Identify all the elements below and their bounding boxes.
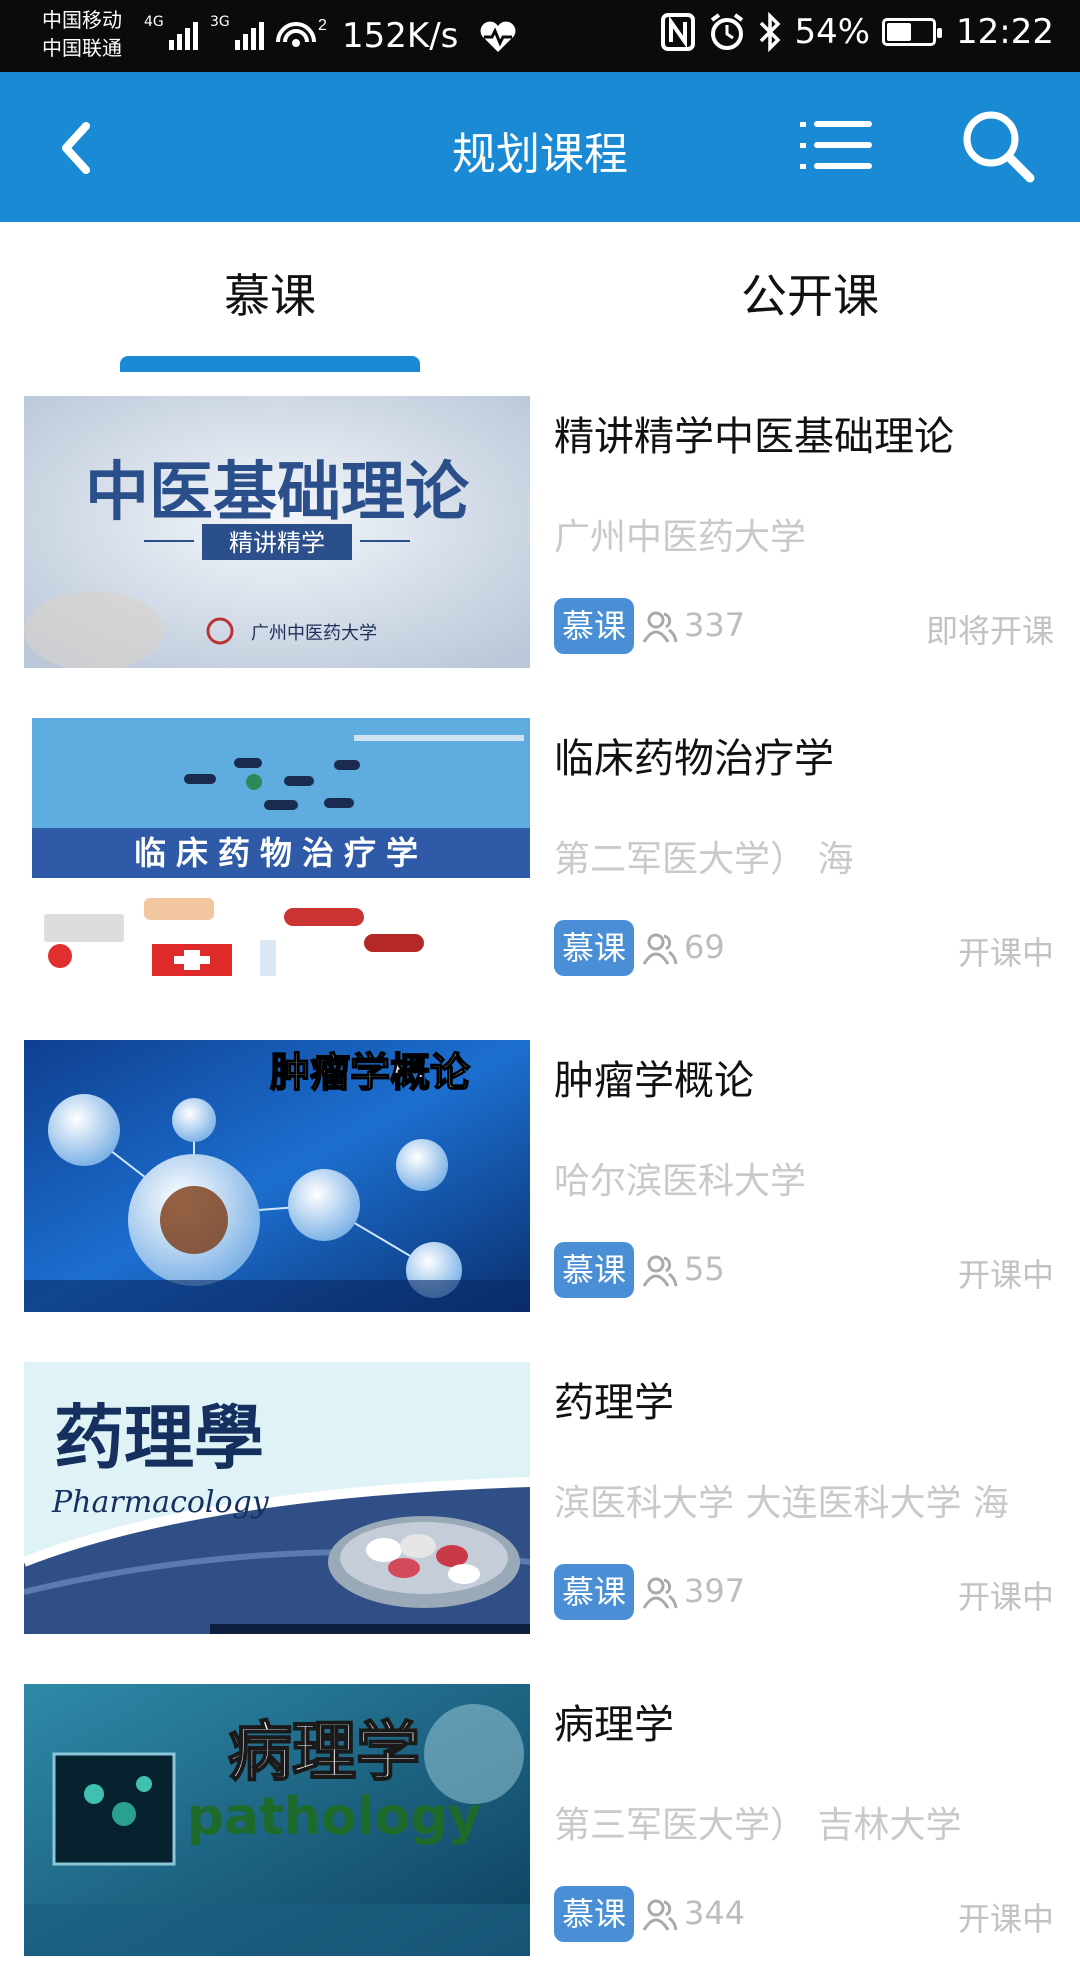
tab-indicator — [120, 356, 420, 372]
clock: 12:22 — [956, 12, 1054, 52]
svg-text:精讲精学: 精讲精学 — [229, 529, 325, 557]
course-item[interactable]: 临床药物治疗学 临床药物治疗学 第二军医大学） 海 慕课 69 开课中 — [0, 694, 1080, 1016]
course-school: 第二军医大学） 海 — [554, 839, 854, 880]
course-thumbnail: 肿瘤学概论 — [24, 1040, 530, 1312]
bluetooth-icon — [760, 12, 781, 52]
nfc-icon — [661, 13, 696, 51]
enrollment-count: 344 — [684, 1894, 746, 1932]
tab-bar: 慕课 公开课 — [0, 222, 1080, 372]
enrollment-count: 337 — [684, 606, 746, 644]
course-thumbnail: 临床药物治疗学 — [24, 718, 530, 990]
people-icon — [642, 1899, 678, 1931]
health-heart-icon — [480, 21, 516, 52]
people-icon — [642, 1577, 678, 1609]
course-item[interactable]: 病理学 pathology 病理学 第三军医大学） 吉林大学 慕课 344 开课… — [0, 1660, 1080, 1982]
course-title: 精讲精学中医基础理论 — [554, 414, 954, 460]
course-school: 滨医科大学 大连医科大学 海 — [554, 1483, 1009, 1524]
svg-text:中医基础理论: 中医基础理论 — [85, 455, 470, 530]
alarm-icon — [711, 13, 744, 50]
nav-bar: 规划课程 — [0, 72, 1080, 222]
svg-text:广州中医药大学: 广州中医药大学 — [251, 623, 377, 644]
signal-3g-icon: 3G — [210, 14, 264, 50]
status-right: 54% 12:22 — [660, 12, 1054, 52]
svg-text:肿瘤学概论: 肿瘤学概论 — [270, 1049, 471, 1096]
course-status: 开课中 — [957, 934, 1054, 972]
enrollment-count: 55 — [684, 1250, 725, 1288]
carrier-2: 中国联通 — [42, 36, 122, 60]
course-thumbnail: 药理學 Pharmacology — [24, 1362, 530, 1634]
course-meta: 慕课 337 即将开课 — [554, 598, 1054, 654]
carrier-labels: 中国移动 中国联通 — [42, 6, 122, 62]
course-status: 即将开课 — [925, 612, 1054, 650]
mooc-badge: 慕课 — [554, 1242, 634, 1298]
mooc-badge: 慕课 — [554, 1886, 634, 1942]
course-status: 开课中 — [957, 1256, 1054, 1294]
enrollment-count: 397 — [684, 1572, 746, 1610]
people-icon — [642, 611, 678, 643]
svg-text:2: 2 — [318, 17, 327, 34]
network-speed: 152K/s — [342, 16, 459, 56]
course-school: 第三军医大学） 吉林大学 — [554, 1805, 962, 1846]
course-thumbnail: 中医基础理论 精讲精学 广州中医药大学 — [24, 396, 530, 668]
course-title: 肿瘤学概论 — [554, 1058, 754, 1104]
course-school: 哈尔滨医科大学 — [554, 1161, 807, 1202]
course-item[interactable]: 药理學 Pharmacology 药理学 滨医科大学 大连医科大学 海 慕课 3 — [0, 1338, 1080, 1660]
svg-text:药理學: 药理學 — [54, 1396, 264, 1479]
course-meta: 慕课 69 开课中 — [554, 920, 1054, 976]
battery-icon — [882, 18, 943, 46]
tab-open-course[interactable]: 公开课 — [540, 260, 1080, 326]
svg-text:临床药物治疗学: 临床药物治疗学 — [134, 834, 428, 872]
course-title: 药理学 — [554, 1380, 674, 1426]
course-thumbnail: 病理学 pathology — [24, 1684, 530, 1956]
people-icon — [642, 1255, 678, 1287]
battery-percent: 54% — [794, 12, 871, 52]
list-menu-button[interactable] — [800, 116, 874, 176]
hotspot-icon: 2 — [276, 17, 327, 47]
search-button[interactable] — [958, 106, 1038, 186]
course-status: 开课中 — [957, 1578, 1054, 1616]
mooc-badge: 慕课 — [554, 920, 634, 976]
course-item[interactable]: 中医基础理论 精讲精学 广州中医药大学 精讲精学中医基础理论 广州中医药大学 慕… — [0, 372, 1080, 694]
course-meta: 慕课 344 开课中 — [554, 1886, 1054, 1942]
enrollment-count: 69 — [684, 928, 725, 966]
mooc-badge: 慕课 — [554, 1564, 634, 1620]
mooc-badge: 慕课 — [554, 598, 634, 654]
status-bar: 中国移动 中国联通 4G 3G 2 152K/s 54% 12:22 — [0, 0, 1080, 72]
course-title: 临床药物治疗学 — [554, 736, 834, 782]
page-title: 规划课程 — [452, 129, 628, 180]
carrier-1: 中国移动 — [42, 8, 122, 32]
course-meta: 慕课 397 开课中 — [554, 1564, 1054, 1620]
people-icon — [642, 933, 678, 965]
course-status: 开课中 — [957, 1900, 1054, 1938]
svg-text:pathology: pathology — [187, 1787, 482, 1847]
course-item[interactable]: 肿瘤学概论 肿瘤学概论 哈尔滨医科大学 慕课 55 开课中 — [0, 1016, 1080, 1338]
course-meta: 慕课 55 开课中 — [554, 1242, 1054, 1298]
signal-4g-icon: 4G — [144, 14, 198, 50]
tab-mooc[interactable]: 慕课 — [0, 260, 540, 326]
svg-text:病理学: 病理学 — [228, 1716, 420, 1790]
course-title: 病理学 — [554, 1702, 674, 1748]
course-school: 广州中医药大学 — [554, 517, 807, 558]
svg-text:Pharmacology: Pharmacology — [51, 1485, 270, 1520]
